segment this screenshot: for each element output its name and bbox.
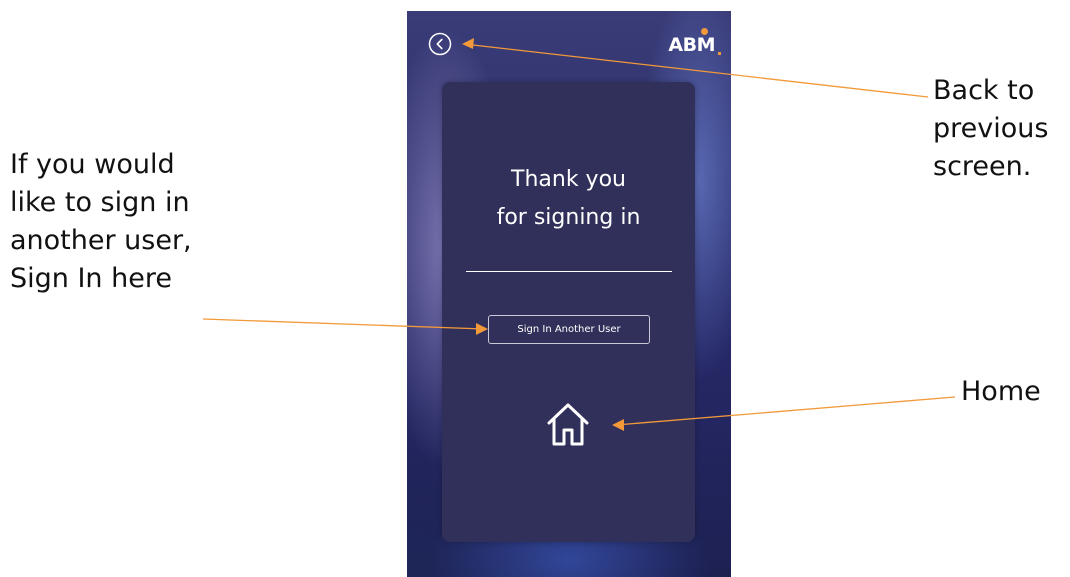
logo-text: ABM bbox=[668, 34, 715, 56]
callout-line: screen. bbox=[933, 151, 1032, 182]
divider bbox=[466, 271, 672, 272]
confirmation-card: Thank you for signing in Sign In Another… bbox=[442, 82, 695, 542]
callout-line: Back to bbox=[933, 75, 1035, 106]
phone-screen: ABM Thank you for signing in Sign In Ano… bbox=[407, 11, 731, 577]
callout-sign-in-another-user: If you would like to sign in another use… bbox=[10, 146, 192, 298]
sign-in-another-user-button[interactable]: Sign In Another User bbox=[488, 315, 650, 344]
callout-line: Sign In here bbox=[10, 263, 172, 294]
callout-home: Home bbox=[961, 373, 1041, 411]
callout-line: Home bbox=[961, 376, 1041, 407]
callout-back: Back to previous screen. bbox=[933, 72, 1048, 186]
callout-line: If you would bbox=[10, 149, 175, 180]
logo-period bbox=[718, 52, 721, 55]
callout-line: previous bbox=[933, 113, 1049, 144]
callout-line: another user, bbox=[10, 225, 192, 256]
abm-logo: ABM bbox=[668, 28, 721, 57]
home-icon bbox=[547, 403, 589, 446]
home-button[interactable] bbox=[544, 400, 592, 448]
page-title-line-1: Thank you bbox=[511, 167, 626, 192]
chevron-left-circle-icon bbox=[428, 32, 452, 56]
logo-dot bbox=[701, 28, 708, 35]
page-title-line-2: for signing in bbox=[496, 205, 641, 230]
back-button[interactable] bbox=[428, 32, 452, 56]
callout-line: like to sign in bbox=[10, 187, 190, 218]
